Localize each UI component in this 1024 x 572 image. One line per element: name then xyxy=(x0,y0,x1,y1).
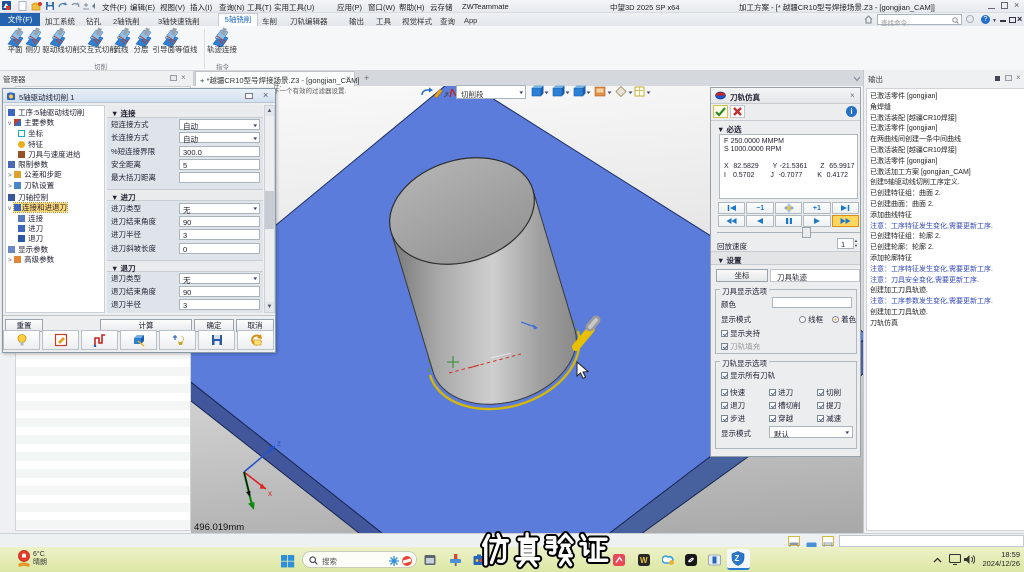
svg-text:W: W xyxy=(640,556,648,565)
svg-text:Z: Z xyxy=(735,554,740,563)
svg-text:x: x xyxy=(268,489,272,498)
svg-text:496.019mm: 496.019mm xyxy=(194,522,244,533)
svg-text:z: z xyxy=(277,439,281,448)
